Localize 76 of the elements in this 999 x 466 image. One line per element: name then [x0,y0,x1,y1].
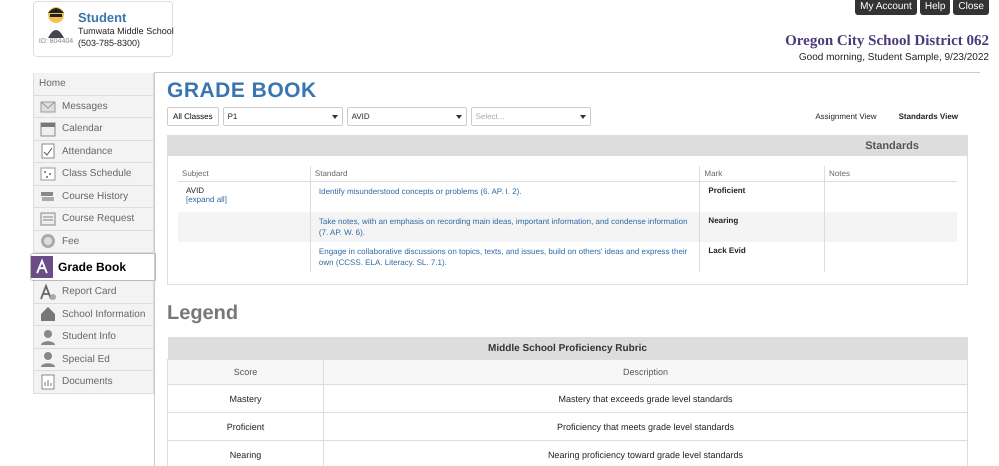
column-header: Standard [310,166,700,182]
description-cell: Proficiency that meets grade level standards [324,412,968,440]
view-link[interactable]: Standards View [898,112,958,121]
sidebar-label: Class Schedule [62,168,132,180]
sidebar-label: Course History [62,190,128,202]
school-name: Tumwata Middle School [78,24,174,36]
greeting: Good morning, Student Sample, 9/23/2022 [798,52,989,63]
subject-name: AVID [186,186,204,195]
score-cell: Proficient [168,412,324,440]
sidebar-item[interactable]: Calendar [33,118,154,140]
sidebar-label: Fee [62,236,80,247]
sidebar-item[interactable]: Documents [33,371,154,394]
sidebar-item[interactable]: Course Request [33,208,154,230]
sidebar-label: Messages [62,100,108,112]
person-icon [39,350,57,368]
grade-a-icon [39,282,57,301]
bar-chart-icon [39,372,57,391]
sidebar-label: Special Ed [62,354,110,365]
header-button[interactable]: Close [953,0,989,15]
sidebar-item[interactable]: Student Info [33,326,154,348]
grade-a-icon [31,256,53,278]
description-cell: Mastery that exceeds grade level standards [324,384,968,412]
card-title: Student [78,10,128,24]
column-header: Score [168,360,324,384]
sidebar-label: Report Card [62,286,116,298]
mark-text: Lack Evid [708,246,746,255]
sidebar-item[interactable]: Course History [33,186,154,208]
score-cell: Nearing [168,440,324,466]
score-cell: Mastery [168,384,324,412]
sidebar-label: School Information [62,308,146,320]
person-icon [39,328,57,346]
school-phone: (503-785-8300) [78,36,142,48]
sidebar-label: Grade Book [58,260,126,274]
checkmark-icon [39,142,57,160]
header-button[interactable]: My Account [855,0,917,15]
expand-all-link[interactable]: [expand all] [186,195,302,204]
sidebar-label: Student Info [62,331,116,342]
caret-icon [456,114,462,118]
mark-text: Nearing [708,216,738,225]
sidebar-item[interactable]: School Information [33,304,154,326]
sidebar-label: Attendance [62,146,113,157]
sidebar-item[interactable]: Fee [33,230,154,253]
sidebar-label: Course Request [62,213,134,224]
sidebar-item[interactable]: Grade Book [30,253,156,281]
sidebar-item[interactable]: Report Card [33,281,154,304]
calendar-icon [39,120,57,138]
caret-icon [332,114,338,118]
header-button[interactable]: Help [920,0,950,15]
form-icon [39,210,57,228]
standard-text[interactable]: Engage in collaborative discussions on topics, texts, and issues, build on others' ideas and express their own (CCSS. ELA. Literacy. SL. 7.1). [318,246,692,268]
mark-text: Proficient [708,186,746,195]
column-header: Notes [824,166,957,182]
view-link[interactable]: Assignment View [815,112,877,121]
column-header: Mark [700,166,825,182]
caret-icon [580,114,586,118]
page-title: GRADE BOOK [167,79,318,103]
column-header: Description [324,360,968,384]
rubric-title: Middle School Proficiency Rubric [168,337,968,360]
standard-text[interactable]: Identify misunderstood concepts or problems (6. AP. I. 2). [318,186,692,197]
dropdown-select[interactable]: AVID [346,107,467,126]
schedule-icon [39,164,57,183]
sidebar-item[interactable]: Attendance [33,140,154,163]
sidebar-item[interactable]: Special Ed [33,348,154,371]
legend-heading: Legend [167,302,240,325]
house-icon [39,305,57,324]
sidebar-label: Calendar [62,123,103,134]
dropdown-select[interactable]: P1 [222,107,343,126]
all-classes-button[interactable]: All Classes [167,107,219,126]
panel-header: Standards [168,136,967,156]
sidebar-item[interactable]: Messages [33,96,154,118]
column-header: Subject [178,166,310,182]
sidebar-label: Home [39,78,66,90]
sidebar-label: Documents [62,376,113,388]
sidebar-item[interactable]: Class Schedule [33,163,154,186]
district-name: Oregon City School District 062 [785,33,989,50]
sidebar-item[interactable]: Home [33,73,154,96]
